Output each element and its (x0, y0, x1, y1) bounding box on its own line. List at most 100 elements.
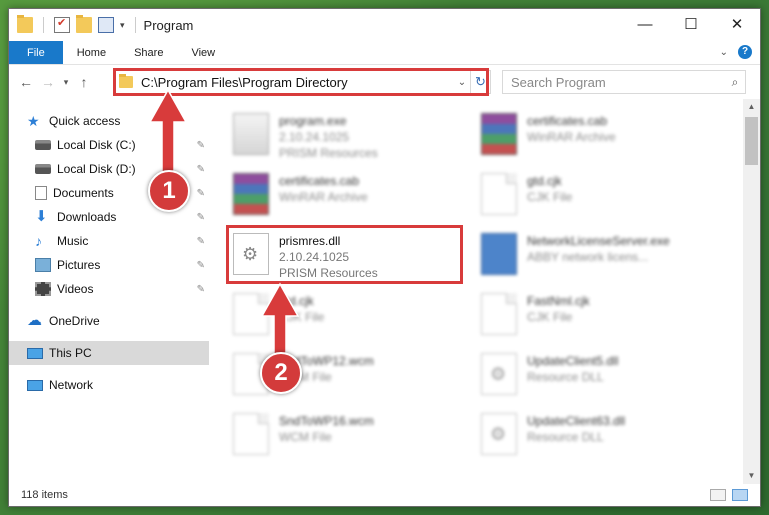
address-dropdown-icon[interactable]: ⌄ (454, 77, 470, 88)
file-icon (233, 293, 269, 335)
tiles-view-icon[interactable] (732, 489, 748, 501)
archive-file-icon (481, 113, 517, 155)
sidebar-item-pictures[interactable]: Pictures ✎ (9, 253, 209, 277)
sidebar-item-label: Quick access (49, 114, 121, 128)
search-box[interactable]: Search Program ⌕ (502, 70, 746, 94)
sidebar-item-label: Downloads (57, 210, 117, 224)
pin-icon: ✎ (196, 211, 205, 223)
application-file-icon (481, 233, 517, 275)
file-tile[interactable]: SndToWP16.wcm WCM File (229, 407, 477, 467)
customize-dropdown-icon[interactable]: ▾ (120, 20, 125, 31)
pin-icon: ✎ (196, 139, 205, 151)
file-tile[interactable]: certificates.cab WinRAR Archive (229, 167, 477, 227)
file-detail: WinRAR Archive (527, 130, 616, 144)
file-icon (481, 293, 517, 335)
file-detail: ABBY network licens... (527, 250, 649, 264)
file-name: prismres.dll (279, 234, 341, 248)
file-name: certificates.cab (279, 174, 360, 188)
disk-icon (35, 140, 51, 150)
file-detail: 2.10.24.1025 (279, 130, 350, 144)
file-name: NetworkLicenseServer.exe (527, 234, 670, 248)
sidebar-item-label: Music (57, 234, 89, 248)
sidebar-item-quick-access[interactable]: ★ Quick access (9, 109, 209, 133)
maximize-button[interactable]: ☐ (668, 9, 714, 39)
recent-locations-icon[interactable]: ▾ (59, 77, 73, 88)
scroll-up-icon[interactable]: ▲ (743, 99, 760, 115)
file-name: program.exe (279, 114, 347, 128)
file-name: SndToWP16.wcm (279, 414, 374, 428)
file-name: FastNml.cjk (527, 294, 590, 308)
pictures-icon (35, 258, 51, 272)
scroll-thumb[interactable] (745, 117, 758, 165)
folder-icon (119, 74, 133, 88)
search-input[interactable]: Search Program (511, 75, 725, 90)
back-arrow-icon[interactable]: ← (15, 74, 37, 90)
tab-view[interactable]: View (177, 41, 229, 64)
dll-file-icon (481, 413, 517, 455)
title-bar: ▾ Program — ☐ ✕ (9, 9, 760, 41)
navigation-pane: ★ Quick access Local Disk (C:) ✎ Local D… (9, 99, 209, 484)
properties-icon[interactable] (54, 16, 70, 33)
tab-file[interactable]: File (9, 41, 63, 64)
window-controls: — ☐ ✕ (622, 9, 760, 39)
refresh-icon[interactable]: ↻ (470, 71, 490, 93)
file-tile[interactable]: program.exe 2.10.24.1025 PRISM Resources (229, 107, 477, 167)
file-detail: Resource DLL (527, 370, 604, 384)
sidebar-item-onedrive[interactable]: ☁ OneDrive (9, 309, 209, 333)
main-area: ★ Quick access Local Disk (C:) ✎ Local D… (9, 99, 760, 484)
file-detail: CJK File (527, 190, 573, 204)
file-detail: 2.10.24.1025 (279, 250, 350, 264)
vertical-scrollbar[interactable]: ▲ ▼ (743, 99, 760, 484)
dll-file-icon (233, 233, 269, 275)
computer-icon (27, 347, 43, 359)
forward-arrow-icon[interactable]: → (37, 74, 59, 90)
sidebar-item-videos[interactable]: Videos ✎ (9, 277, 209, 301)
ribbon-right: ⌄ ? (720, 45, 752, 59)
file-tile[interactable]: UpdateClient63.dll Resource DLL (477, 407, 725, 467)
view-icon[interactable] (98, 17, 114, 33)
search-icon[interactable]: ⌕ (725, 75, 745, 90)
separator (134, 17, 136, 33)
file-tile[interactable]: certificates.cab WinRAR Archive (477, 107, 725, 167)
up-arrow-icon[interactable]: ↑ (73, 74, 95, 90)
close-button[interactable]: ✕ (714, 9, 760, 39)
pin-icon: ✎ (196, 283, 205, 295)
new-folder-icon[interactable] (76, 15, 92, 33)
file-name: certificates.cab (527, 114, 608, 128)
help-icon[interactable]: ? (738, 45, 752, 59)
address-bar[interactable]: C:\Program Files\Program Directory ⌄ ↻ (113, 70, 491, 94)
tab-home[interactable]: Home (63, 41, 120, 64)
file-explorer-window: ▾ Program — ☐ ✕ File Home Share View ⌄ ?… (8, 8, 761, 507)
disk-icon (35, 164, 51, 174)
file-tile[interactable]: gtd.cjk CJK File (229, 287, 477, 347)
sidebar-item-network[interactable]: Network (9, 373, 209, 397)
sidebar-item-this-pc[interactable]: This PC (9, 341, 209, 365)
file-tile-prismres[interactable]: prismres.dll 2.10.24.1025 PRISM Resources (229, 227, 477, 287)
details-view-icon[interactable] (710, 489, 726, 501)
file-tile[interactable]: UpdateClient5.dll Resource DLL (477, 347, 725, 407)
file-tile[interactable]: gtd.cjk CJK File (477, 167, 725, 227)
sidebar-item-label: Videos (57, 282, 94, 296)
file-tile[interactable]: FastNml.cjk CJK File (477, 287, 725, 347)
file-detail: CJK File (279, 310, 325, 324)
tab-share[interactable]: Share (120, 41, 177, 64)
dll-file-icon (481, 353, 517, 395)
minimize-button[interactable]: — (622, 9, 668, 39)
file-detail: WinRAR Archive (279, 190, 368, 204)
sidebar-item-label: Local Disk (C:) (57, 138, 136, 152)
callout-1: 1 (148, 170, 190, 212)
folder-icon (17, 15, 33, 33)
address-path[interactable]: C:\Program Files\Program Directory (141, 75, 454, 90)
scroll-down-icon[interactable]: ▼ (743, 468, 760, 484)
file-detail: WCM File (279, 430, 332, 444)
sidebar-item-music[interactable]: ♪ Music ✎ (9, 229, 209, 253)
sidebar-item-local-disk-c[interactable]: Local Disk (C:) ✎ (9, 133, 209, 157)
expand-ribbon-icon[interactable]: ⌄ (720, 47, 728, 58)
file-icon (233, 413, 269, 455)
file-name: UpdateClient5.dll (527, 354, 619, 368)
sidebar-item-label: Documents (53, 186, 114, 200)
file-tile[interactable]: NetworkLicenseServer.exe ABBY network lic… (477, 227, 725, 287)
file-detail: PRISM Resources (279, 266, 378, 280)
file-detail: CJK File (527, 310, 573, 324)
ribbon-tabs: File Home Share View ⌄ ? (9, 41, 760, 65)
